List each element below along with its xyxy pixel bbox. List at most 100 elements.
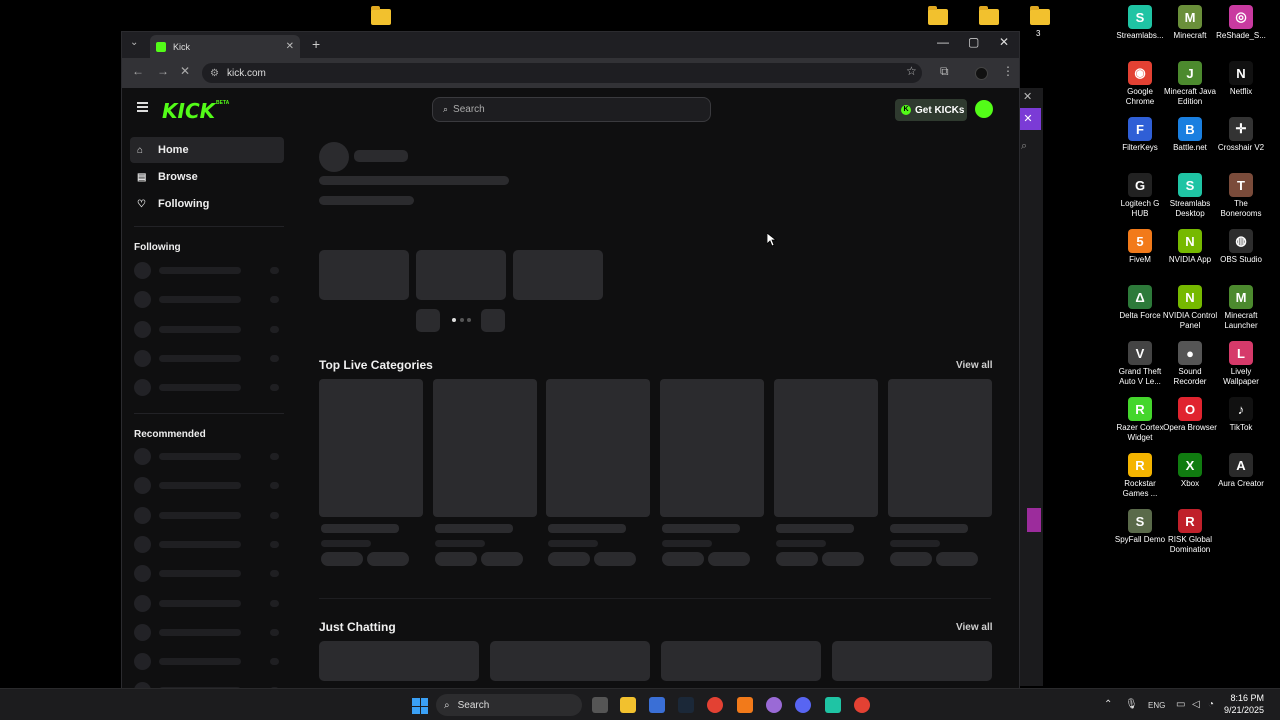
close-icon[interactable]: ✕: [1023, 90, 1032, 103]
desktop-shortcut[interactable]: ● Sound Recorder: [1162, 341, 1218, 387]
tab-close-icon[interactable]: ✕: [286, 41, 294, 52]
skeleton-category-card[interactable]: [546, 379, 651, 517]
desktop-shortcut[interactable]: B Battle.net: [1162, 117, 1218, 153]
desktop-shortcut[interactable]: ◎ ReShade_S...: [1213, 5, 1269, 41]
steam-icon[interactable]: [678, 697, 694, 713]
desktop-folder-icon[interactable]: [371, 6, 391, 25]
volume-icon[interactable]: ◁: [1192, 699, 1200, 710]
desktop-shortcut[interactable]: L Lively Wallpaper: [1213, 341, 1269, 387]
desktop-folder-icon[interactable]: [928, 6, 948, 25]
kick-logo[interactable]: KICK: [162, 99, 215, 123]
site-search[interactable]: ⌕: [432, 97, 711, 122]
browser-menu-icon[interactable]: ⋮: [1002, 64, 1014, 78]
desktop-shortcut[interactable]: X Xbox: [1162, 453, 1218, 489]
desktop-shortcut[interactable]: M Minecraft Launcher: [1213, 285, 1269, 331]
just-chatting-heading: Just Chatting: [319, 620, 396, 634]
search-input[interactable]: [453, 104, 674, 115]
forward-button[interactable]: →: [157, 64, 169, 78]
microphone-icon[interactable]: 🎙: [1125, 699, 1138, 710]
battery-icon[interactable]: ◔: [1208, 699, 1214, 710]
skeleton-card[interactable]: [513, 250, 603, 300]
bookmark-star-icon[interactable]: ☆: [906, 64, 917, 78]
carousel-dot[interactable]: [452, 318, 456, 322]
skeleton-category-card[interactable]: [773, 379, 878, 517]
skeleton-category-card[interactable]: [319, 379, 423, 517]
carousel-next-button[interactable]: [481, 309, 505, 332]
desktop-shortcut[interactable]: F FilterKeys: [1112, 117, 1168, 153]
language-indicator[interactable]: ENG: [1148, 701, 1165, 710]
profile-avatar[interactable]: [975, 67, 988, 80]
new-tab-button[interactable]: +: [312, 36, 320, 52]
sidebar-item-browse[interactable]: ▤ Browse: [130, 164, 284, 190]
desktop-folder-icon[interactable]: [1030, 6, 1050, 25]
desktop-shortcut[interactable]: R Razer Cortex Widget: [1112, 397, 1168, 443]
file-explorer-icon[interactable]: [620, 697, 636, 713]
desktop-shortcut[interactable]: ✛ Crosshair V2: [1213, 117, 1269, 153]
desktop-shortcut[interactable]: ◉ Google Chrome: [1112, 61, 1168, 107]
tray-chevron-icon[interactable]: ⌃: [1104, 699, 1112, 710]
carousel-dot[interactable]: [467, 318, 471, 322]
carousel-prev-button[interactable]: [416, 309, 440, 332]
minimize-button[interactable]: —: [937, 35, 949, 49]
get-kicks-button[interactable]: K Get KICKs: [895, 99, 967, 121]
address-bar[interactable]: ⚙ kick.com: [202, 63, 922, 83]
sidebar-item-home[interactable]: ⌂ Home: [130, 137, 284, 163]
close-window-button[interactable]: ✕: [999, 35, 1009, 49]
desktop-shortcut[interactable]: ◍ OBS Studio: [1213, 229, 1269, 265]
search-icon[interactable]: ⌕: [1021, 140, 1027, 153]
user-avatar[interactable]: [975, 100, 993, 118]
skeleton-stream-card[interactable]: [832, 641, 992, 681]
sidebar-item-following[interactable]: ♡ Following: [130, 191, 284, 217]
fivem-icon[interactable]: [737, 697, 753, 713]
desktop-shortcut[interactable]: R Rockstar Games ...: [1112, 453, 1168, 499]
tab-kick[interactable]: Kick ✕: [150, 35, 300, 58]
desktop-shortcut[interactable]: T The Bonerooms: [1213, 173, 1269, 219]
carousel-dot[interactable]: [460, 318, 464, 322]
chrome-icon[interactable]: [854, 697, 870, 713]
skeleton-stream-card[interactable]: [490, 641, 650, 681]
skeleton-stream-card[interactable]: [319, 641, 479, 681]
desktop-shortcut[interactable]: V Grand Theft Auto V Le...: [1112, 341, 1168, 387]
desktop-shortcut[interactable]: S Streamlabs...: [1112, 5, 1168, 41]
skeleton-card[interactable]: [319, 250, 409, 300]
tab-list-icon[interactable]: ⌄: [130, 37, 138, 48]
system-clock[interactable]: 8:16 PM 9/21/2025: [1224, 692, 1264, 716]
streamlabs-icon[interactable]: [825, 697, 841, 713]
desktop-shortcut[interactable]: N NVIDIA Control Panel: [1162, 285, 1218, 331]
desktop-folder-icon[interactable]: [979, 6, 999, 25]
desktop-shortcut[interactable]: S Streamlabs Desktop: [1162, 173, 1218, 219]
desktop-shortcut[interactable]: 5 FiveM: [1112, 229, 1168, 265]
desktop-shortcut[interactable]: R RISK Global Domination: [1162, 509, 1218, 555]
desktop-shortcut[interactable]: O Opera Browser: [1162, 397, 1218, 433]
desktop-shortcut[interactable]: M Minecraft: [1162, 5, 1218, 41]
skeleton-card[interactable]: [416, 250, 506, 300]
taskbar-search[interactable]: ⌕ Search: [436, 694, 582, 716]
windows-start-icon[interactable]: [412, 698, 428, 714]
maximize-button[interactable]: ▢: [968, 35, 979, 49]
network-icon[interactable]: ▭: [1176, 699, 1185, 710]
skeleton-category-card[interactable]: [432, 379, 537, 517]
stop-reload-button[interactable]: ✕: [180, 64, 190, 78]
view-all-just-chatting-link[interactable]: View all: [956, 622, 993, 633]
back-button[interactable]: ←: [132, 64, 144, 78]
task-view-icon[interactable]: [592, 697, 608, 713]
skeleton-category-card[interactable]: [660, 379, 765, 517]
desktop-shortcut[interactable]: N NVIDIA App: [1162, 229, 1218, 265]
skeleton-stream-card[interactable]: [661, 641, 821, 681]
skeleton-category-card[interactable]: [887, 379, 992, 517]
desktop-shortcut[interactable]: ♪ TikTok: [1213, 397, 1269, 433]
desktop-shortcut[interactable]: N Netflix: [1213, 61, 1269, 97]
desktop-shortcut[interactable]: Δ Delta Force: [1112, 285, 1168, 321]
discord-icon[interactable]: [795, 697, 811, 713]
desktop-shortcut[interactable]: S SpyFall Demo: [1112, 509, 1168, 545]
extensions-icon[interactable]: ⧉: [940, 64, 949, 79]
view-all-categories-link[interactable]: View all: [956, 360, 993, 371]
hamburger-menu-icon[interactable]: [137, 102, 148, 112]
desktop-shortcut[interactable]: G Logitech G HUB: [1112, 173, 1168, 219]
chrome-icon[interactable]: [707, 697, 723, 713]
store-icon[interactable]: [649, 697, 665, 713]
desktop-shortcut[interactable]: A Aura Creator: [1213, 453, 1269, 489]
site-info-icon[interactable]: ⚙: [210, 68, 219, 79]
app-icon[interactable]: [766, 697, 782, 713]
desktop-shortcut[interactable]: J Minecraft Java Edition: [1162, 61, 1218, 107]
